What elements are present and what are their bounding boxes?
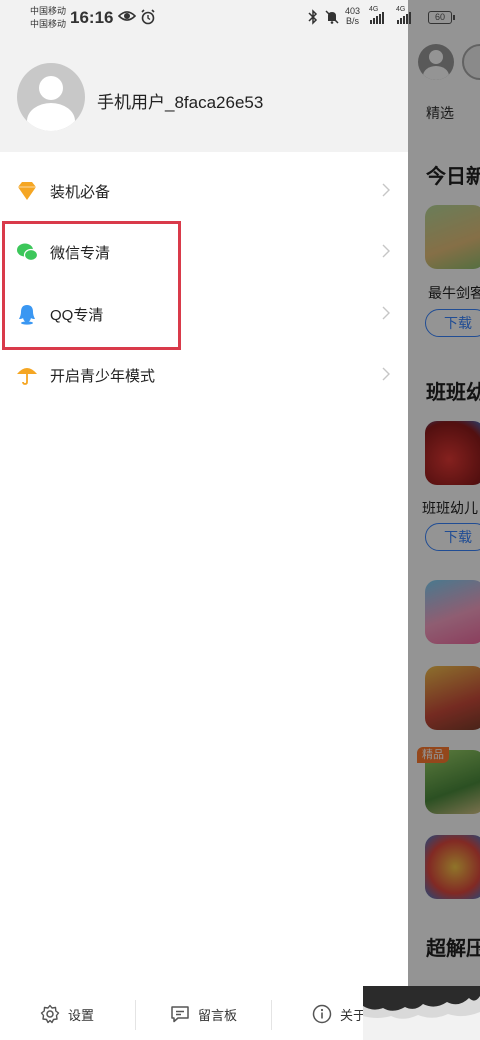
- mute-icon: [324, 9, 340, 28]
- gear-icon: [40, 1004, 60, 1024]
- settings-label: 设置: [68, 1007, 95, 1023]
- message-board-label: 留言板: [198, 1007, 238, 1023]
- menu-item-essentials[interactable]: 装机必备: [0, 163, 408, 219]
- divider: [271, 1000, 272, 1030]
- drawer-bottom-bar: 设置 留言板 关于: [0, 990, 408, 1040]
- about-button[interactable]: 关于: [312, 1004, 364, 1024]
- annotation-highlight-box: [2, 221, 181, 350]
- screenshot-preview-thumbnail[interactable]: [363, 986, 480, 1040]
- umbrella-icon: [17, 368, 37, 385]
- message-icon: [171, 1006, 189, 1023]
- clock: 16:16: [70, 8, 114, 27]
- info-icon: [312, 1004, 332, 1024]
- side-drawer: 手机用户_8faca26e53 装机必备 微信专清 QQ专清 开启青少年模式 设…: [0, 0, 408, 1040]
- chevron-right-icon: [382, 183, 390, 197]
- signal-icon: 4G: [396, 6, 411, 24]
- carrier-2: 中国移动: [30, 19, 67, 29]
- about-label: 关于: [340, 1007, 364, 1023]
- divider: [135, 1000, 136, 1030]
- chevron-right-icon: [382, 367, 390, 381]
- menu-item-teen-mode[interactable]: 开启青少年模式: [0, 347, 408, 403]
- carrier-1: 中国移动: [30, 6, 67, 16]
- username[interactable]: 手机用户_8faca26e53: [97, 88, 263, 113]
- diamond-icon: [18, 182, 36, 200]
- status-bar: 中国移动 中国移动 16:16 403 B/s 4G 4G 60: [0, 0, 480, 34]
- menu-item-label: 开启青少年模式: [50, 368, 156, 385]
- net-speed: 403 B/s: [345, 6, 361, 26]
- chevron-right-icon: [382, 244, 390, 258]
- alarm-icon: [140, 9, 156, 28]
- message-board-button[interactable]: 留言板: [170, 1004, 237, 1024]
- settings-button[interactable]: 设置: [40, 1004, 94, 1024]
- menu-item-label: 装机必备: [50, 184, 111, 201]
- bluetooth-icon: [308, 9, 318, 28]
- chevron-right-icon: [382, 306, 390, 320]
- signal-icon: 4G: [369, 6, 384, 24]
- mountain-image: [363, 986, 480, 1040]
- battery-icon: 60: [428, 11, 455, 24]
- profile-avatar[interactable]: [17, 63, 85, 131]
- eye-icon: [117, 9, 137, 26]
